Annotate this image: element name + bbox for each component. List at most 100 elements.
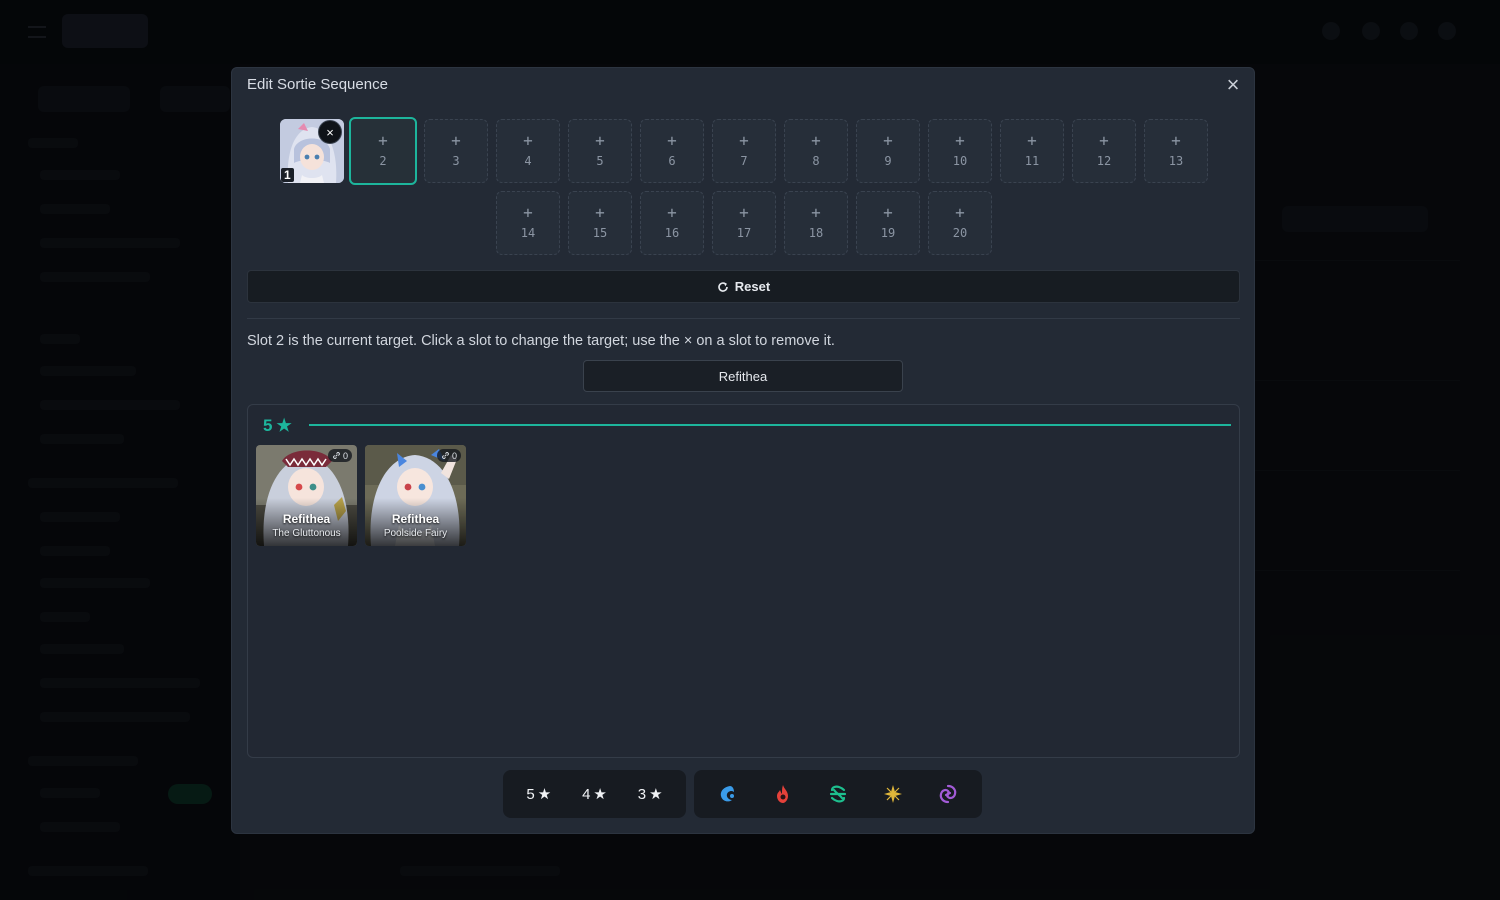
plus-icon: + <box>523 131 533 150</box>
slot-number: 2 <box>379 154 387 168</box>
sequence-slot-15[interactable]: +15 <box>568 191 632 255</box>
link-count: 0 <box>451 450 457 461</box>
wind-icon <box>829 785 847 803</box>
search-input[interactable] <box>583 360 903 392</box>
plus-icon: + <box>667 203 677 222</box>
link-icon <box>442 452 449 459</box>
link-count: 0 <box>342 450 348 461</box>
reset-label: Reset <box>734 279 771 294</box>
plus-icon: + <box>451 131 461 150</box>
results-panel: 5 ★ 0 Refithea The Gluttonous 0 Refithea… <box>247 404 1240 758</box>
filter-rarity-3[interactable]: 3 ★ <box>626 776 674 812</box>
plus-icon: + <box>811 131 821 150</box>
plus-icon: + <box>1171 131 1181 150</box>
plus-icon: + <box>811 203 821 222</box>
plus-icon: + <box>378 131 388 150</box>
reset-button[interactable]: Reset <box>247 270 1240 303</box>
plus-icon: + <box>955 131 965 150</box>
sequence-slot-4[interactable]: +4 <box>496 119 560 183</box>
sequence-slot-2[interactable]: + 2 <box>349 117 417 185</box>
link-icon <box>333 452 340 459</box>
slot-number: 19 <box>880 226 896 240</box>
plus-icon: + <box>595 131 605 150</box>
dark-icon <box>940 784 957 804</box>
refresh-icon <box>717 281 728 292</box>
star-icon: ★ <box>276 416 292 435</box>
plus-icon: + <box>739 131 749 150</box>
sequence-slot-7[interactable]: +7 <box>712 119 776 183</box>
card-name: Refithea <box>282 512 331 526</box>
filter-element-dark[interactable] <box>928 776 968 812</box>
slot-number: 10 <box>952 154 968 168</box>
slot-number: 16 <box>664 226 680 240</box>
plus-icon: + <box>595 203 605 222</box>
link-badge: 0 <box>327 449 352 462</box>
slot-number: 11 <box>1024 154 1040 168</box>
element-filter-bar <box>694 770 982 818</box>
star-icon: ★ <box>649 786 663 803</box>
sequence-slot-11[interactable]: +11 <box>1000 119 1064 183</box>
edit-sortie-modal: Edit Sortie Sequence × 1 × + 2 +3 +4 +5 … <box>231 67 1255 834</box>
link-badge: 0 <box>436 449 461 462</box>
plus-icon: + <box>883 131 893 150</box>
sequence-slot-17[interactable]: +17 <box>712 191 776 255</box>
sequence-slot-3[interactable]: +3 <box>424 119 488 183</box>
divider <box>247 318 1240 319</box>
card-name: Refithea <box>391 512 440 526</box>
slot-number: 14 <box>520 226 536 240</box>
sequence-slot-18[interactable]: +18 <box>784 191 848 255</box>
sequence-slot-6[interactable]: +6 <box>640 119 704 183</box>
filter-element-fire[interactable] <box>763 776 803 812</box>
filter-rarity-4[interactable]: 4 ★ <box>570 776 618 812</box>
slot-number: 17 <box>736 226 752 240</box>
light-icon <box>884 785 903 803</box>
slot-number: 7 <box>740 154 748 168</box>
slot-number: 18 <box>808 226 824 240</box>
sequence-slot-19[interactable]: +19 <box>856 191 920 255</box>
rarity-label: 5 <box>526 785 535 803</box>
star-icon: ★ <box>537 786 552 803</box>
slot-number: 3 <box>452 154 460 168</box>
star-icon: ★ <box>593 786 607 803</box>
sequence-slot-16[interactable]: +16 <box>640 191 704 255</box>
slot-number: 6 <box>668 154 676 168</box>
sequence-slot-10[interactable]: +10 <box>928 119 992 183</box>
slot-number: 8 <box>812 154 820 168</box>
sequence-slot-5[interactable]: +5 <box>568 119 632 183</box>
rarity-filter-bar: 5 ★ 4 ★ 3 ★ <box>503 770 686 818</box>
group-rarity-label: 5 <box>263 416 273 435</box>
hint-text: Slot 2 is the current target. Click a sl… <box>247 333 835 349</box>
fire-icon <box>776 785 788 803</box>
filter-element-wind[interactable] <box>818 776 858 812</box>
water-icon <box>720 786 734 802</box>
plus-icon: + <box>523 203 533 222</box>
rarity-group-header: 5 ★ <box>263 416 292 436</box>
sequence-slot-13[interactable]: +13 <box>1144 119 1208 183</box>
remove-slot-button[interactable]: × <box>318 120 342 144</box>
slot-number: 12 <box>1096 154 1112 168</box>
plus-icon: + <box>1099 131 1109 150</box>
sequence-slot-9[interactable]: +9 <box>856 119 920 183</box>
sequence-slot-8[interactable]: +8 <box>784 119 848 183</box>
modal-title: Edit Sortie Sequence <box>247 76 388 93</box>
sequence-slot-20[interactable]: +20 <box>928 191 992 255</box>
close-icon[interactable]: × <box>1222 74 1244 96</box>
plus-icon: + <box>1027 131 1037 150</box>
filter-element-light[interactable] <box>873 776 913 812</box>
character-card[interactable]: 0 Refithea The Gluttonous <box>256 445 357 546</box>
character-card[interactable]: 0 Refithea Poolside Fairy <box>365 445 466 546</box>
plus-icon: + <box>883 203 893 222</box>
filter-element-water[interactable] <box>708 776 748 812</box>
sequence-slot-12[interactable]: +12 <box>1072 119 1136 183</box>
card-subtitle: The Gluttonous <box>272 528 341 539</box>
slot-number: 20 <box>952 226 968 240</box>
slot-number: 5 <box>596 154 604 168</box>
sequence-slot-14[interactable]: +14 <box>496 191 560 255</box>
rarity-label: 3 <box>637 785 647 803</box>
plus-icon: + <box>667 131 677 150</box>
rarity-label: 4 <box>582 785 591 803</box>
plus-icon: + <box>739 203 749 222</box>
slot-number: 15 <box>592 226 608 240</box>
filter-rarity-5[interactable]: 5 ★ <box>515 776 563 812</box>
plus-icon: + <box>955 203 965 222</box>
